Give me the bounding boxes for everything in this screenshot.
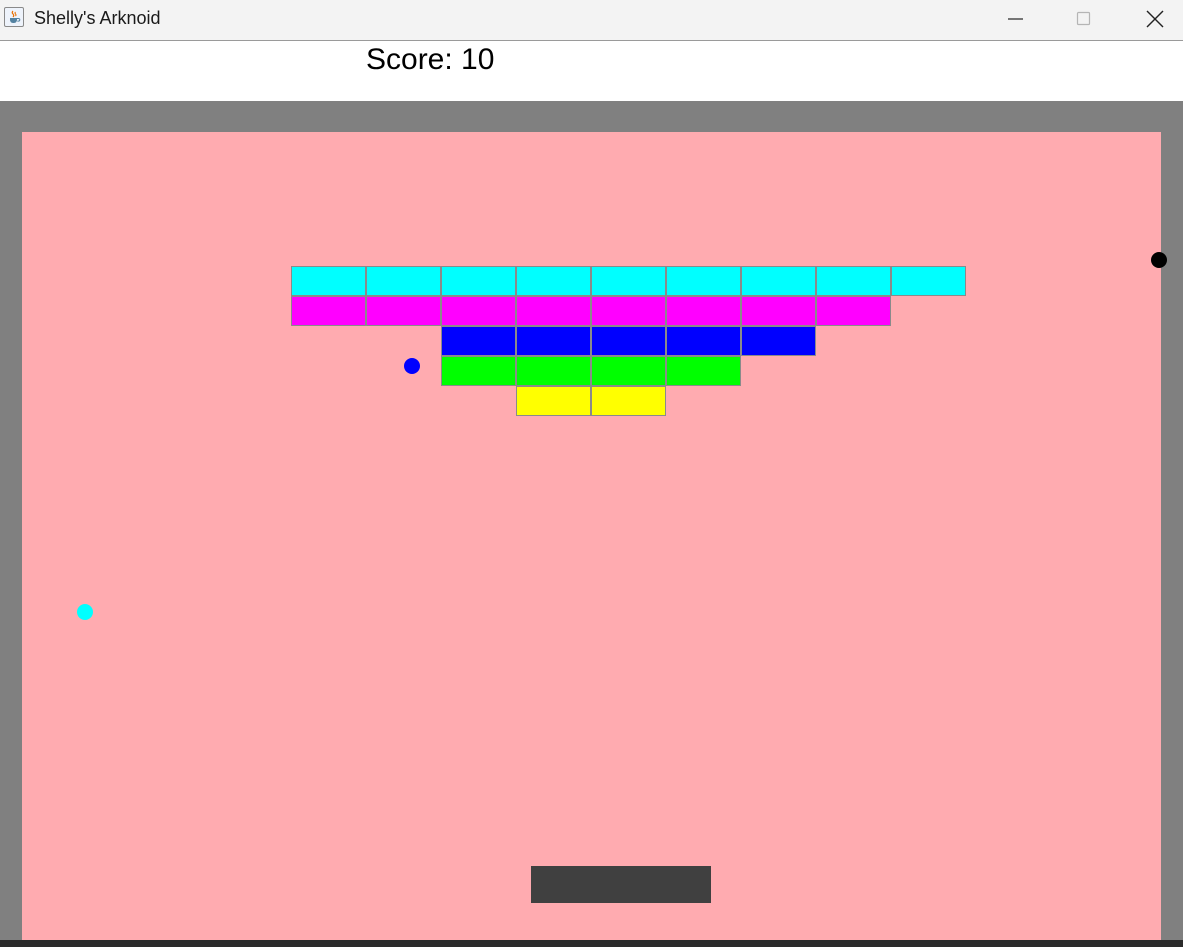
minimize-button[interactable] [993,0,1039,40]
brick [291,296,366,326]
brick [441,326,516,356]
brick [516,296,591,326]
brick [591,296,666,326]
game-field[interactable] [22,132,1167,940]
brick [816,266,891,296]
java-cup-icon [4,7,24,27]
brick [741,326,816,356]
taskbar-edge [0,940,1183,947]
brick [816,296,891,326]
brick [666,326,741,356]
brick [516,356,591,386]
window-title: Shelly's Arknoid [34,8,161,28]
ball-cyan [77,604,93,620]
brick [741,296,816,326]
score-panel: Score: 10 [0,41,1183,101]
maximize-button[interactable] [1061,0,1107,40]
brick [441,356,516,386]
brick [366,296,441,326]
brick [591,326,666,356]
brick [516,326,591,356]
brick [591,386,666,416]
brick [666,296,741,326]
maximize-icon [1076,11,1091,26]
paddle[interactable] [531,866,711,903]
ball-black [1151,252,1167,268]
minimize-icon [1008,18,1023,20]
brick [441,266,516,296]
brick [891,266,966,296]
brick [666,266,741,296]
brick [591,356,666,386]
brick [666,356,741,386]
brick [591,266,666,296]
brick [741,266,816,296]
score-label: Score: 10 [366,43,495,76]
title-bar: Shelly's Arknoid [0,0,1183,41]
brick [516,386,591,416]
brick [441,296,516,326]
ball-blue [404,358,420,374]
close-button[interactable] [1132,0,1178,40]
brick [516,266,591,296]
close-icon [1146,10,1164,28]
brick [366,266,441,296]
brick [291,266,366,296]
